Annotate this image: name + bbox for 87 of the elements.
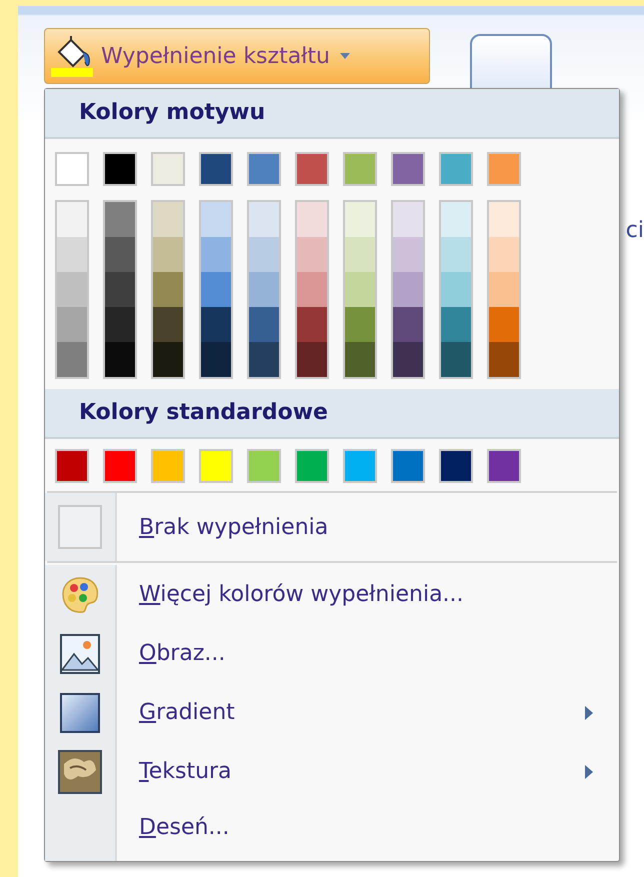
color-swatch[interactable]	[489, 272, 519, 307]
menu-item[interactable]: Tekstura	[45, 742, 619, 801]
color-swatch[interactable]	[441, 272, 471, 307]
color-swatch[interactable]	[105, 307, 135, 342]
color-swatch[interactable]	[487, 449, 521, 483]
color-swatch[interactable]	[441, 342, 471, 377]
color-swatch[interactable]	[249, 272, 279, 307]
color-swatch[interactable]	[105, 202, 135, 237]
color-swatch[interactable]	[201, 272, 231, 307]
color-swatch[interactable]	[57, 307, 87, 342]
color-swatch[interactable]	[249, 342, 279, 377]
picture-icon	[60, 634, 100, 674]
color-swatch[interactable]	[151, 449, 185, 483]
color-swatch[interactable]	[295, 152, 329, 186]
color-swatch[interactable]	[105, 272, 135, 307]
color-swatch[interactable]	[489, 307, 519, 342]
color-swatch[interactable]	[345, 342, 375, 377]
color-swatch[interactable]	[439, 152, 473, 186]
color-swatch[interactable]	[297, 272, 327, 307]
color-swatch[interactable]	[393, 272, 423, 307]
color-swatch[interactable]	[391, 152, 425, 186]
color-swatch[interactable]	[345, 202, 375, 237]
palette-icon	[60, 574, 100, 614]
texture-icon	[58, 750, 102, 794]
color-swatch[interactable]	[489, 342, 519, 377]
shape-fill-button[interactable]: Wypełnienie kształtu	[44, 28, 430, 84]
section-heading: Kolory motywu	[45, 89, 619, 139]
color-swatch[interactable]	[247, 152, 281, 186]
ribbon-label: ci	[626, 218, 644, 243]
color-swatch[interactable]	[201, 342, 231, 377]
color-swatch[interactable]	[297, 307, 327, 342]
color-swatch[interactable]	[441, 237, 471, 272]
color-swatch[interactable]	[153, 342, 183, 377]
color-swatch[interactable]	[441, 307, 471, 342]
color-swatch[interactable]	[297, 202, 327, 237]
menu-item[interactable]: Brak wypełnienia	[45, 493, 619, 561]
color-swatch[interactable]	[199, 449, 233, 483]
color-swatch[interactable]	[199, 152, 233, 186]
color-swatch[interactable]	[343, 449, 377, 483]
color-swatch[interactable]	[201, 237, 231, 272]
color-swatch[interactable]	[297, 342, 327, 377]
color-swatch[interactable]	[57, 202, 87, 237]
color-swatch[interactable]	[201, 307, 231, 342]
color-swatch[interactable]	[489, 202, 519, 237]
color-swatch[interactable]	[393, 307, 423, 342]
color-swatch[interactable]	[343, 152, 377, 186]
color-swatch[interactable]	[297, 237, 327, 272]
color-swatch[interactable]	[105, 237, 135, 272]
color-swatch[interactable]	[249, 202, 279, 237]
menu-item[interactable]: Gradient	[45, 683, 619, 742]
color-swatch[interactable]	[489, 237, 519, 272]
color-swatch[interactable]	[153, 272, 183, 307]
color-swatch[interactable]	[295, 449, 329, 483]
color-swatch[interactable]	[393, 237, 423, 272]
color-swatch[interactable]	[57, 342, 87, 377]
menu-item[interactable]: Więcej kolorów wypełnienia...	[45, 565, 619, 624]
empty-swatch-icon	[58, 505, 102, 549]
gradient-square-icon	[60, 692, 100, 732]
menu-item[interactable]: Obraz...	[45, 624, 619, 683]
section-heading: Kolory standardowe	[45, 389, 619, 439]
color-swatch[interactable]	[345, 272, 375, 307]
menu-item[interactable]: Deseń...	[45, 801, 619, 861]
color-swatch[interactable]	[153, 237, 183, 272]
color-swatch[interactable]	[55, 449, 89, 483]
color-swatch[interactable]	[153, 202, 183, 237]
color-swatch[interactable]	[249, 237, 279, 272]
color-swatch[interactable]	[345, 237, 375, 272]
color-swatch[interactable]	[487, 152, 521, 186]
color-swatch[interactable]	[393, 342, 423, 377]
color-swatch[interactable]	[105, 342, 135, 377]
caret-icon	[340, 53, 350, 59]
color-swatch[interactable]	[439, 449, 473, 483]
color-swatch[interactable]	[153, 307, 183, 342]
paint-bucket-icon	[49, 34, 95, 78]
color-swatch[interactable]	[57, 237, 87, 272]
color-swatch[interactable]	[393, 202, 423, 237]
color-swatch[interactable]	[201, 202, 231, 237]
color-swatch[interactable]	[247, 449, 281, 483]
color-swatch[interactable]	[55, 152, 89, 186]
color-swatch[interactable]	[103, 152, 137, 186]
color-swatch[interactable]	[345, 307, 375, 342]
color-swatch[interactable]	[391, 449, 425, 483]
color-swatch[interactable]	[103, 449, 137, 483]
color-swatch[interactable]	[57, 272, 87, 307]
color-swatch[interactable]	[249, 307, 279, 342]
color-swatch[interactable]	[441, 202, 471, 237]
color-swatch[interactable]	[151, 152, 185, 186]
